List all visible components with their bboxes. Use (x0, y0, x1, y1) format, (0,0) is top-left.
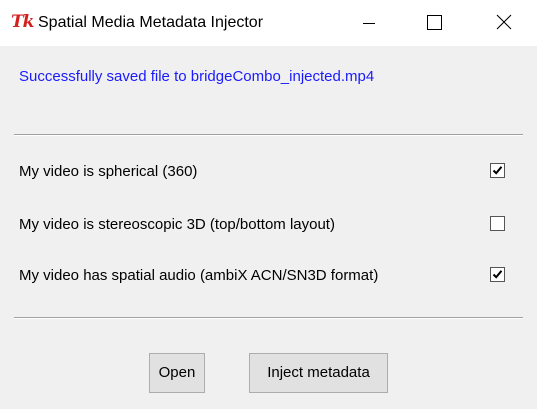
tk-feather-icon: Tk (11, 12, 34, 32)
checkmark-icon (492, 166, 503, 175)
maximize-button[interactable] (409, 0, 455, 46)
title-bar[interactable]: Tk Spatial Media Metadata Injector (0, 0, 537, 46)
open-button[interactable]: Open (149, 353, 205, 393)
close-button[interactable] (481, 0, 527, 46)
minimize-button[interactable] (349, 0, 395, 46)
inject-metadata-button[interactable]: Inject metadata (249, 353, 388, 393)
stereoscopic-label: My video is stereoscopic 3D (top/bottom … (19, 216, 335, 233)
maximize-icon (427, 15, 442, 30)
separator (14, 134, 523, 136)
spherical-label: My video is spherical (360) (19, 163, 198, 180)
spherical-checkbox[interactable] (490, 163, 505, 178)
stereoscopic-checkbox[interactable] (490, 216, 505, 231)
separator (14, 317, 523, 319)
status-message: Successfully saved file to bridgeCombo_i… (19, 68, 375, 85)
spatial-audio-label: My video has spatial audio (ambiX ACN/SN… (19, 267, 379, 284)
app-window: Tk Spatial Media Metadata Injector Succe… (0, 0, 537, 409)
close-icon (496, 14, 512, 30)
checkmark-icon (492, 270, 503, 279)
window-title: Spatial Media Metadata Injector (38, 14, 264, 31)
minimize-icon (363, 23, 375, 24)
spatial-audio-checkbox[interactable] (490, 267, 505, 282)
